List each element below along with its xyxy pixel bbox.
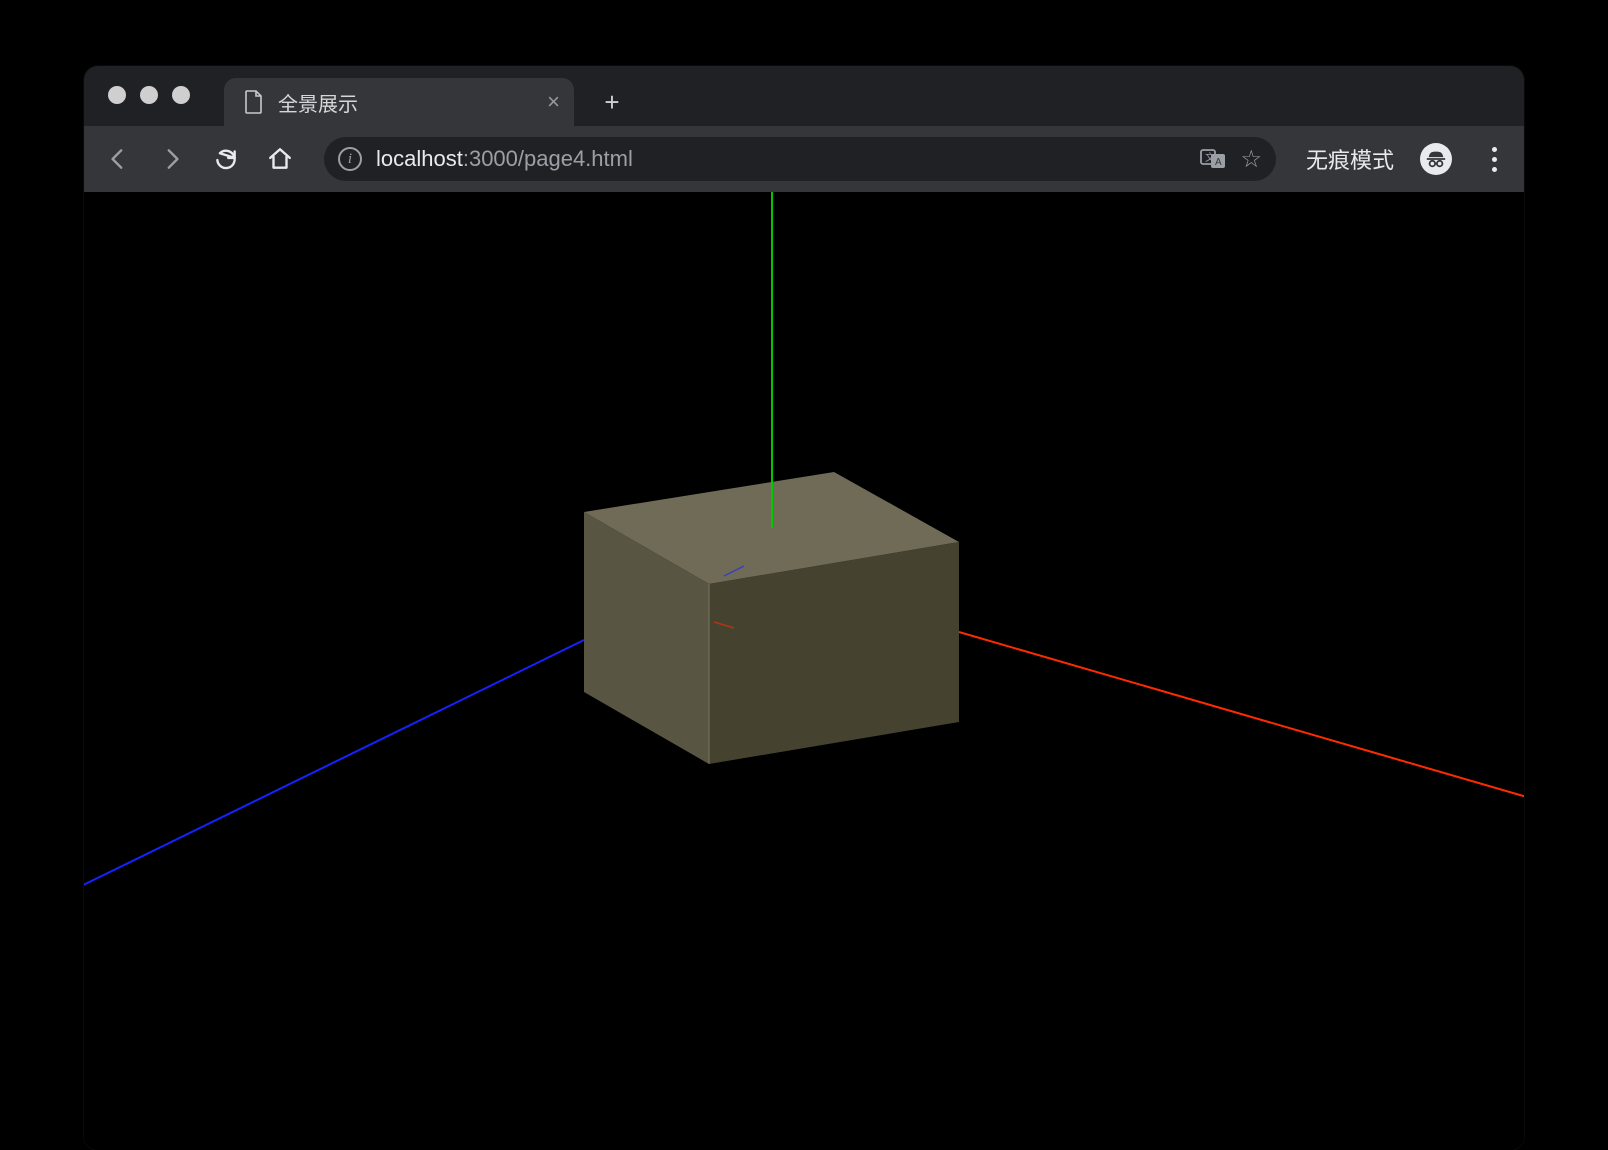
browser-menu-button[interactable]	[1480, 147, 1508, 172]
translate-icon[interactable]: 文 A	[1200, 147, 1226, 171]
tab-strip: 全景展示 × +	[84, 66, 1524, 126]
window-minimize-button[interactable]	[140, 86, 158, 104]
browser-window: 全景展示 × + i localhost:3000/page4.ht	[84, 66, 1524, 1150]
url-host: localhost	[376, 146, 463, 171]
window-close-button[interactable]	[108, 86, 126, 104]
webgl-viewport[interactable]	[84, 192, 1524, 1150]
axis-x-positive	[959, 632, 1524, 802]
scene-canvas	[84, 192, 1524, 1150]
url-text: localhost:3000/page4.html	[376, 146, 1186, 172]
incognito-icon[interactable]	[1420, 143, 1452, 175]
browser-toolbar: i localhost:3000/page4.html 文 A ☆ 无痕模式	[84, 126, 1524, 192]
nav-forward-button[interactable]	[154, 141, 190, 177]
browser-tab[interactable]: 全景展示 ×	[224, 78, 574, 126]
stage: 全景展示 × + i localhost:3000/page4.ht	[0, 0, 1608, 1150]
svg-text:文: 文	[1205, 151, 1215, 164]
nav-home-button[interactable]	[262, 141, 298, 177]
site-info-icon[interactable]: i	[338, 147, 362, 171]
url-rest: :3000/page4.html	[463, 146, 633, 171]
tab-close-button[interactable]: ×	[547, 91, 560, 113]
bookmark-star-icon[interactable]: ☆	[1240, 145, 1262, 174]
address-bar[interactable]: i localhost:3000/page4.html 文 A ☆	[324, 137, 1276, 181]
new-tab-button[interactable]: +	[594, 84, 630, 120]
window-maximize-button[interactable]	[172, 86, 190, 104]
incognito-mode-label: 无痕模式	[1306, 143, 1394, 175]
window-traffic-lights	[108, 86, 190, 104]
nav-back-button[interactable]	[100, 141, 136, 177]
tab-title: 全景展示	[278, 88, 533, 117]
file-icon	[244, 90, 264, 114]
svg-text:A: A	[1215, 157, 1222, 168]
nav-reload-button[interactable]	[208, 141, 244, 177]
axis-z-positive	[84, 640, 584, 914]
